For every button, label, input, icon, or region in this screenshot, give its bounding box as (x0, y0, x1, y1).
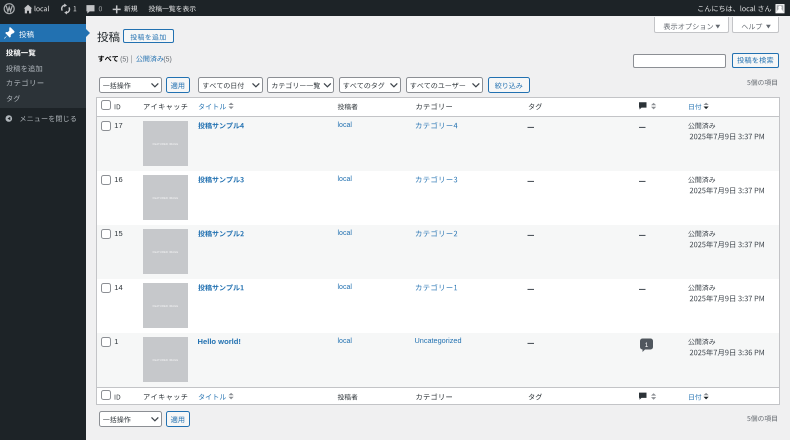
svg-text:(5): (5) (120, 56, 128, 63)
svg-text:(5): (5) (163, 56, 171, 63)
